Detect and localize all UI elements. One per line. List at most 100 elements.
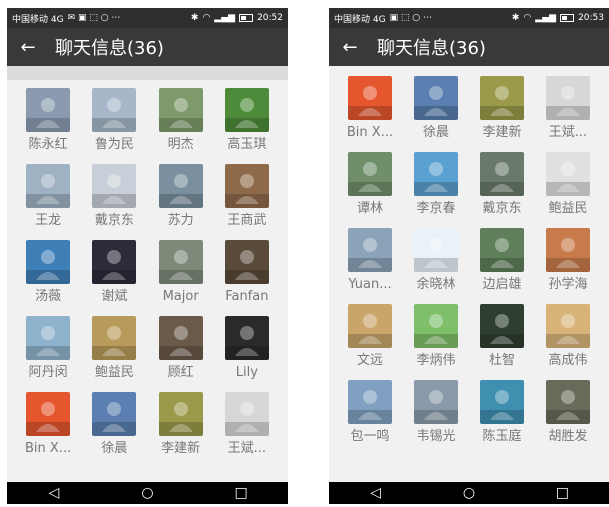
member-item[interactable]: Bin X...: [337, 76, 403, 142]
member-item[interactable]: 戴京东: [469, 152, 535, 218]
member-name: 王商武: [227, 213, 267, 228]
city-night-avatar: [92, 240, 137, 284]
notification-icons: ✉ ▣ ⬚ ○ ⋯: [67, 13, 121, 23]
member-item[interactable]: Major: [148, 240, 214, 306]
member-item[interactable]: 高玉琪: [214, 88, 280, 154]
wifi-icon: ◠: [523, 13, 532, 23]
nav-home-icon[interactable]: ○: [127, 482, 167, 504]
sketch-portrait-avatar: [546, 152, 590, 196]
page-title: 聊天信息(36): [55, 38, 164, 59]
member-item[interactable]: 李建新: [148, 392, 214, 458]
member-name: 戴京东: [94, 213, 134, 228]
member-name: 明杰: [167, 137, 194, 152]
member-name: 李建新: [161, 441, 201, 456]
member-item[interactable]: 高成伟: [535, 304, 601, 370]
valley-avatar: [348, 152, 392, 196]
member-item[interactable]: 徐晨: [81, 392, 147, 458]
member-item[interactable]: 苏力: [148, 164, 214, 230]
dark-forest-avatar: [480, 304, 524, 348]
nav-recents-icon[interactable]: □: [542, 482, 582, 504]
bluetooth-icon: ✱: [511, 13, 520, 23]
section-divider: [7, 66, 288, 80]
nav-back-icon[interactable]: ◁: [34, 482, 74, 504]
mountain-avatar: [158, 240, 203, 284]
member-item[interactable]: 孙学海: [535, 228, 601, 294]
nav-recents-icon[interactable]: □: [221, 482, 261, 504]
sunset-avatar: [546, 228, 590, 272]
notification-icons: ▣ ⬚ ○ ⋯: [389, 13, 433, 23]
member-item[interactable]: 顾红: [148, 316, 214, 382]
member-name: 顾红: [167, 365, 194, 380]
man-in-red-avatar: [26, 88, 71, 132]
member-item[interactable]: 包一鸣: [337, 380, 403, 446]
bluetooth-icon: ✱: [190, 13, 199, 23]
road-avatar: [414, 380, 458, 424]
member-name: Bin X...: [346, 125, 394, 140]
field-avatar: [158, 392, 203, 436]
member-item[interactable]: 文远: [337, 304, 403, 370]
member-name: 鲍益民: [548, 201, 588, 216]
member-name: 余晓林: [416, 277, 456, 292]
desert-camel-avatar: [546, 304, 590, 348]
back-arrow-icon[interactable]: ←: [15, 32, 41, 62]
member-item[interactable]: Fanfan: [214, 240, 280, 306]
navigation-bar: ◁ ○ □: [329, 482, 609, 504]
member-item[interactable]: 胡胜发: [535, 380, 601, 446]
person-sea-avatar: [26, 316, 71, 360]
member-item[interactable]: 鲍益民: [81, 316, 147, 382]
person-outdoor-avatar: [92, 164, 137, 208]
member-name: 边启雄: [482, 277, 522, 292]
member-name: 李京春: [416, 201, 456, 216]
member-item[interactable]: 边启雄: [469, 228, 535, 294]
member-item[interactable]: 鲍益民: [535, 152, 601, 218]
member-name: Major: [162, 289, 199, 304]
back-arrow-icon[interactable]: ←: [337, 32, 363, 62]
member-name: 李炳伟: [416, 353, 456, 368]
field-avatar: [480, 76, 524, 120]
member-item[interactable]: 李建新: [469, 76, 535, 142]
cartoon-avatar: [414, 152, 458, 196]
member-item[interactable]: 王斌...: [214, 392, 280, 458]
landscape-tower-avatar: [414, 76, 458, 120]
member-item[interactable]: 李京春: [403, 152, 469, 218]
member-item[interactable]: 鲁为民: [81, 88, 147, 154]
phone-screen-right: 中国移动 4G ▣ ⬚ ○ ⋯ ✱ ◠ ▂▄▆ 20:53 ← 聊天信息(36)…: [329, 8, 609, 504]
member-item[interactable]: Lily: [214, 316, 280, 382]
member-name: 包一鸣: [350, 429, 390, 444]
member-item[interactable]: 谢斌: [81, 240, 147, 306]
man-coast-avatar: [348, 228, 392, 272]
member-name: 徐晨: [422, 125, 449, 140]
nav-home-icon[interactable]: ○: [449, 482, 489, 504]
member-item[interactable]: 明杰: [148, 88, 214, 154]
member-item[interactable]: 戴京东: [81, 164, 147, 230]
member-name: Fanfan: [225, 289, 269, 304]
cheetah-avatar: [92, 316, 137, 360]
member-item[interactable]: 徐晨: [403, 76, 469, 142]
member-item[interactable]: 王商武: [214, 164, 280, 230]
title-bar: ← 聊天信息(36): [329, 28, 609, 66]
member-item[interactable]: 陈永红: [15, 88, 81, 154]
member-item[interactable]: 余晓林: [403, 228, 469, 294]
member-name: 高玉琪: [227, 137, 267, 152]
member-item[interactable]: 王斌...: [535, 76, 601, 142]
member-grid: Bin X... 徐晨 李建新 王斌... 谭林 李京春 戴京东 鲍益民 Yuan... 余晓林 边…: [329, 66, 609, 446]
red-logo-avatar: [348, 76, 392, 120]
member-item[interactable]: 陈玉庭: [469, 380, 535, 446]
clock: 20:53: [578, 13, 604, 23]
nav-back-icon[interactable]: ◁: [356, 482, 396, 504]
member-item[interactable]: 杜智: [469, 304, 535, 370]
member-item[interactable]: 谭林: [337, 152, 403, 218]
member-item[interactable]: 王龙: [15, 164, 81, 230]
member-item[interactable]: Yuan...: [337, 228, 403, 294]
member-item[interactable]: 阿丹闵: [15, 316, 81, 382]
member-name: 孙学海: [548, 277, 588, 292]
member-item[interactable]: 李炳伟: [403, 304, 469, 370]
member-item[interactable]: 汤薇: [15, 240, 81, 306]
member-name: 陈永红: [28, 137, 68, 152]
member-item[interactable]: 韦锡光: [403, 380, 469, 446]
pier-avatar: [348, 380, 392, 424]
man-glasses-avatar: [158, 316, 203, 360]
member-item[interactable]: Bin X...: [15, 392, 81, 458]
sea-avatar: [26, 240, 71, 284]
member-name: 鲍益民: [94, 365, 134, 380]
